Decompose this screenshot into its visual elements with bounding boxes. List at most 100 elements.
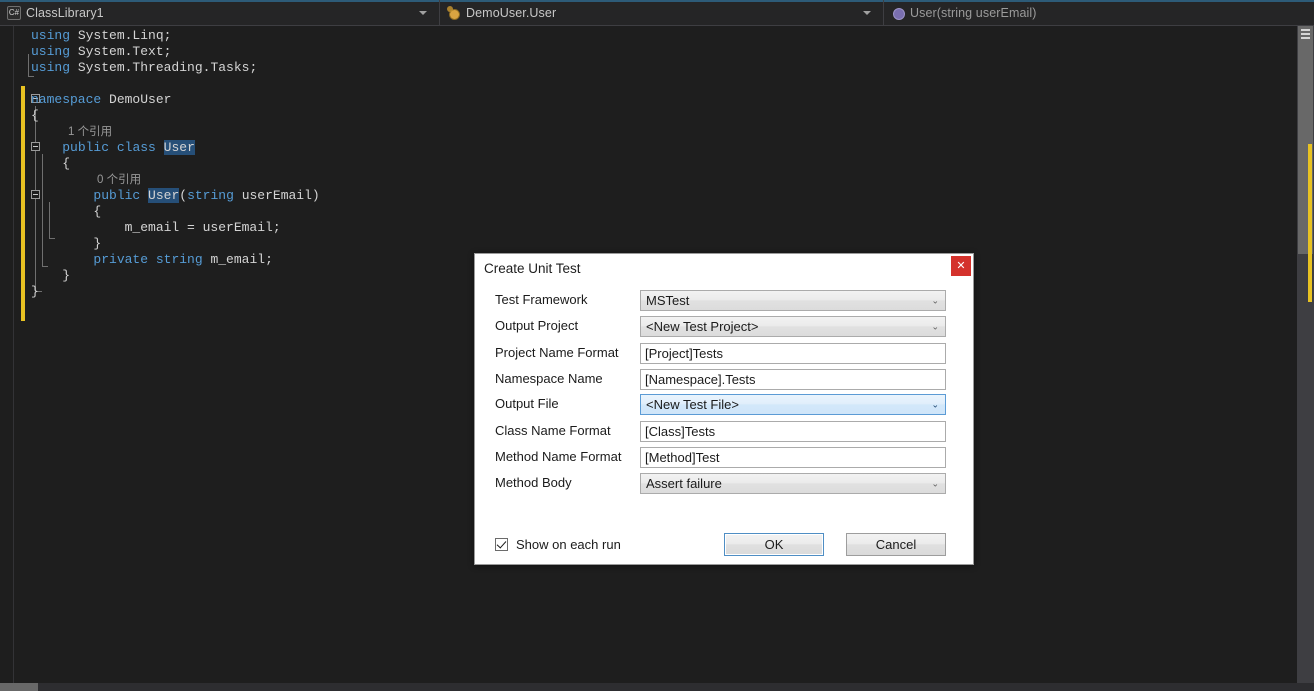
- code-token: userEmail): [233, 188, 320, 203]
- test-framework-combobox[interactable]: MSTest ⌄: [640, 290, 946, 311]
- chevron-down-icon[interactable]: ⌄: [931, 322, 939, 331]
- class-icon: [447, 6, 461, 20]
- chevron-down-icon[interactable]: ⌄: [931, 479, 939, 488]
- code-line[interactable]: {: [31, 204, 101, 220]
- checkbox-check-icon[interactable]: [495, 538, 508, 551]
- class-name-format-input[interactable]: [640, 421, 946, 442]
- navbar-member-dropdown[interactable]: User(string userEmail): [884, 0, 1314, 26]
- method-name-format-input[interactable]: [640, 447, 946, 468]
- dialog-form: Test Framework MSTest ⌄ Output Project <New …: [475, 290, 973, 530]
- field-label: Namespace Name: [495, 371, 603, 386]
- navbar-member-label: User(string userEmail): [910, 6, 1037, 20]
- code-token: public: [93, 188, 141, 203]
- chevron-down-icon[interactable]: [863, 11, 871, 15]
- code-line[interactable]: {: [31, 108, 39, 124]
- field-control-wrapper: Assert failure ⌄: [640, 473, 946, 494]
- code-token: (: [179, 188, 188, 203]
- form-row: Output File <New Test File> ⌄: [475, 394, 973, 416]
- code-line[interactable]: m_email = userEmail;: [31, 220, 281, 236]
- create-unit-test-dialog: Create Unit Test ✕ Test Framework MSTest ⌄…: [474, 253, 974, 565]
- code-line[interactable]: using System.Linq;: [31, 28, 171, 44]
- dialog-footer: Show on each run OK Cancel: [475, 532, 973, 564]
- code-token: {: [31, 204, 102, 219]
- code-line[interactable]: private string m_email;: [31, 252, 273, 268]
- navbar-project-label: ClassLibrary1: [26, 6, 104, 20]
- chevron-down-icon[interactable]: [419, 11, 427, 15]
- code-token: using: [31, 28, 71, 43]
- code-line[interactable]: using System.Threading.Tasks;: [31, 60, 257, 76]
- field-control-wrapper: [640, 421, 946, 442]
- code-token: namespace: [31, 92, 102, 107]
- code-token: string: [155, 252, 203, 267]
- close-icon[interactable]: ✕: [951, 256, 971, 276]
- field-label: Method Body: [495, 475, 572, 490]
- form-row: Project Name Format: [475, 343, 973, 365]
- show-on-each-run-checkbox[interactable]: Show on each run: [495, 537, 621, 552]
- code-line[interactable]: }: [31, 268, 70, 284]
- code-line[interactable]: }: [31, 284, 39, 300]
- code-token: using: [31, 60, 71, 75]
- code-token: User: [148, 188, 180, 203]
- editor-horizontal-scrollbar[interactable]: [0, 683, 1314, 691]
- codelens-reference-count[interactable]: 0 个引用: [97, 173, 141, 188]
- code-token: System.Linq;: [70, 28, 172, 43]
- csharp-project-icon: C#: [7, 6, 21, 20]
- output-file-value: <New Test File>: [646, 397, 739, 412]
- code-line[interactable]: {: [31, 156, 70, 172]
- method-body-combobox[interactable]: Assert failure ⌄: [640, 473, 946, 494]
- code-token: User: [163, 140, 195, 155]
- code-token: private: [93, 252, 149, 267]
- navbar-type-dropdown[interactable]: DemoUser.User: [440, 0, 884, 26]
- outlining-guide-using: [28, 54, 29, 76]
- show-on-each-run-label: Show on each run: [516, 537, 621, 552]
- ok-button[interactable]: OK: [724, 533, 824, 556]
- code-token: public: [62, 140, 110, 155]
- form-row: Output Project <New Test Project> ⌄: [475, 316, 973, 338]
- field-label: Output Project: [495, 318, 579, 333]
- code-token: {: [31, 108, 39, 123]
- method-icon: [891, 6, 905, 20]
- code-line[interactable]: namespace DemoUser: [31, 92, 171, 108]
- scrollbar-annotation-marks: [1301, 29, 1310, 39]
- editor-vertical-scrollbar[interactable]: [1297, 26, 1314, 683]
- codelens-reference-count[interactable]: 1 个引用: [68, 125, 112, 140]
- namespace-name-input[interactable]: [640, 369, 946, 390]
- code-line[interactable]: }: [31, 236, 101, 252]
- output-file-combobox[interactable]: <New Test File> ⌄: [640, 394, 946, 415]
- editor-indicator-margin[interactable]: [0, 26, 13, 683]
- scrollbar-change-marker: [1308, 144, 1312, 302]
- code-line[interactable]: using System.Text;: [31, 44, 171, 60]
- chevron-down-icon[interactable]: ⌄: [931, 296, 939, 305]
- code-token: }: [31, 236, 102, 251]
- form-row: Namespace Name: [475, 369, 973, 391]
- code-token: }: [31, 284, 39, 299]
- form-row: Method Body Assert failure ⌄: [475, 473, 973, 495]
- chevron-down-icon[interactable]: ⌄: [931, 400, 939, 409]
- field-label: Class Name Format: [495, 423, 611, 438]
- project-name-format-input[interactable]: [640, 343, 946, 364]
- code-line[interactable]: public User(string userEmail): [31, 188, 320, 204]
- output-project-combobox[interactable]: <New Test Project> ⌄: [640, 316, 946, 337]
- field-control-wrapper: <New Test File> ⌄: [640, 394, 946, 415]
- horizontal-scrollbar-thumb[interactable]: [0, 683, 38, 691]
- form-row: Test Framework MSTest ⌄: [475, 290, 973, 312]
- field-control-wrapper: [640, 369, 946, 390]
- dialog-title: Create Unit Test: [484, 261, 581, 276]
- code-token: m_email;: [202, 252, 273, 267]
- cancel-button[interactable]: Cancel: [846, 533, 946, 556]
- editor-change-bar: [21, 86, 25, 321]
- field-label: Project Name Format: [495, 345, 619, 360]
- code-token: }: [31, 268, 71, 283]
- test-framework-value: MSTest: [646, 293, 690, 308]
- code-token: class: [116, 140, 156, 155]
- navbar-project-dropdown[interactable]: C# ClassLibrary1: [0, 0, 440, 26]
- field-control-wrapper: <New Test Project> ⌄: [640, 316, 946, 337]
- code-line[interactable]: public class User: [31, 140, 195, 156]
- output-project-value: <New Test Project>: [646, 319, 759, 334]
- field-control-wrapper: [640, 343, 946, 364]
